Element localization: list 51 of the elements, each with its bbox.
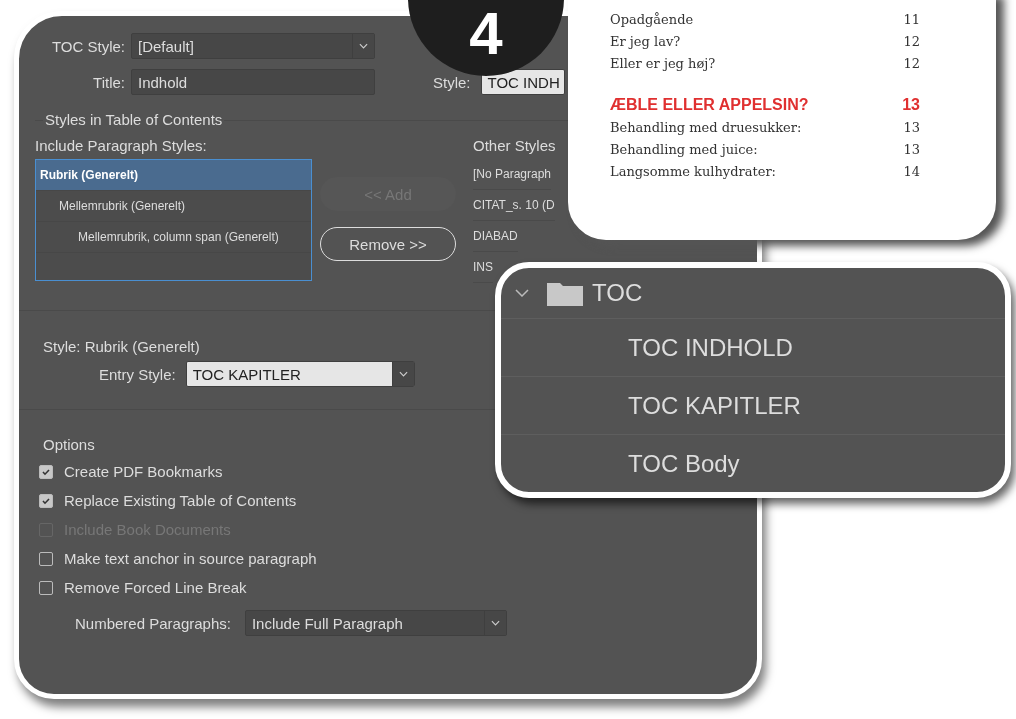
section-heading: Styles in Table of Contents	[43, 111, 225, 128]
field-label: Entry Style:	[99, 365, 176, 383]
page-number: 13	[902, 96, 920, 114]
style-list-item[interactable]: CITAT_s. 10 (D	[473, 190, 555, 221]
checkbox[interactable]	[39, 464, 53, 479]
field-label: Numbered Paragraphs:	[75, 614, 231, 632]
entry-style-dropdown[interactable]: TOC KAPITLER	[185, 361, 415, 387]
field-label: Style:	[433, 73, 471, 91]
chevron-icon[interactable]	[515, 289, 529, 297]
style-list-item[interactable]: Rubrik (Generelt)	[36, 160, 311, 191]
list-label: Include Paragraph Styles:	[35, 137, 207, 154]
section-heading: Style: Rubrik (Generelt)	[43, 338, 200, 355]
checkbox[interactable]	[39, 580, 53, 595]
page-number: 11	[903, 11, 920, 27]
checkbox[interactable]	[39, 493, 53, 508]
checkbox-label: Replace Existing Table of Contents	[64, 492, 297, 509]
style-list-item[interactable]: INS	[473, 252, 493, 283]
toc-entry-text: ÆBLE ELLER APPELSIN?	[610, 96, 809, 114]
section-heading: Options	[43, 436, 95, 453]
numbered-paragraphs-dropdown[interactable]: Include Full Paragraph	[244, 610, 507, 636]
field-label: TOC Style:	[50, 37, 125, 55]
style-item[interactable]: TOC KAPITLER	[628, 391, 801, 420]
checkbox[interactable]	[39, 551, 53, 566]
page-number: 12	[903, 55, 920, 71]
list-label: Other Styles	[473, 137, 556, 154]
page-number: 13	[903, 141, 920, 157]
toc-entry-text: Langsomme kulhydrater:	[610, 163, 776, 179]
style-list-item[interactable]: [No Paragraph	[473, 159, 552, 190]
style-list-item[interactable]: DIABAD	[473, 221, 518, 252]
toc-entry-text: Behandling med druesukker:	[610, 119, 802, 135]
field-label: Title:	[92, 73, 125, 91]
title-field[interactable]: Indhold	[131, 69, 375, 95]
toc-entry-text: Eller er jeg høj?	[610, 55, 716, 71]
toc-style-dropdown[interactable]: [Default]	[131, 33, 375, 59]
toc-entry-text: Behandling med juice:	[610, 141, 758, 157]
folder-icon	[547, 280, 583, 306]
page-number: 12	[903, 33, 920, 49]
toc-entry-text: Opadgående	[610, 11, 694, 27]
page-number: 14	[903, 163, 920, 179]
page-number: 13	[903, 119, 920, 135]
checkbox-label: Create PDF Bookmarks	[64, 463, 223, 480]
style-group-name[interactable]: TOC	[592, 279, 643, 307]
caret-icon	[391, 362, 414, 386]
checkbox-label: Remove Forced Line Break	[64, 579, 247, 596]
style-item[interactable]: TOC INDHOLD	[628, 333, 793, 362]
style-item[interactable]: TOC Body	[628, 449, 740, 478]
checkbox-label: Make text anchor in source paragraph	[64, 550, 317, 567]
toc-entry-text: Er jeg lav?	[610, 33, 681, 49]
style-dropdown[interactable]: TOC INDH	[480, 69, 565, 95]
style-list-item[interactable]: Mellemrubrik, column span (Generelt)	[36, 222, 311, 253]
style-list-item[interactable]: Mellemrubrik (Generelt)	[36, 191, 311, 222]
